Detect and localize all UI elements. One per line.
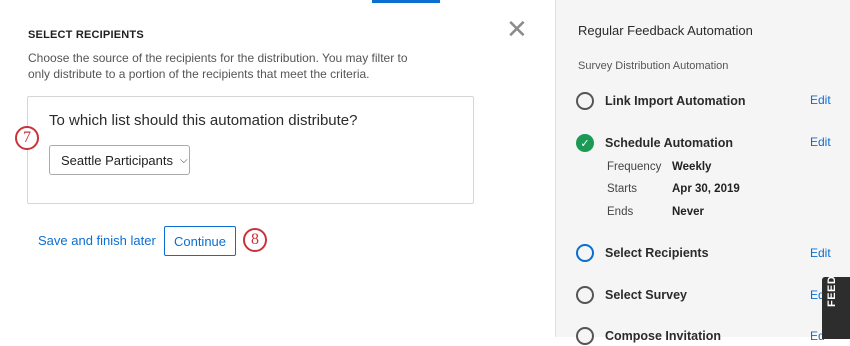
check-circle-icon: ✓	[576, 134, 594, 152]
chevron-down-icon: ⌵	[180, 154, 188, 166]
step-select-survey[interactable]: Select Survey	[576, 285, 687, 305]
step-active-circle-icon	[576, 244, 594, 262]
callout-7-badge: 7	[15, 126, 39, 150]
detail-value: Weekly	[672, 161, 712, 173]
step-schedule[interactable]: ✓ Schedule Automation	[576, 133, 733, 153]
recipient-list-card: To which list should this automation dis…	[27, 96, 474, 204]
feedback-tab-label: FEEDBACK	[826, 277, 838, 307]
close-icon[interactable]: ✕	[506, 17, 528, 43]
step-label: Select Survey	[605, 288, 687, 302]
section-description: Choose the source of the recipients for …	[28, 51, 408, 81]
edit-select-recipients-link[interactable]: Edit	[810, 246, 831, 260]
edit-schedule-link[interactable]: Edit	[810, 135, 831, 149]
recipient-list-select[interactable]: Seattle Participants ⌵	[49, 145, 190, 175]
automation-sidebar: Regular Feedback Automation Survey Distr…	[555, 0, 850, 345]
schedule-frequency-row: Frequency Weekly	[607, 161, 711, 173]
edit-link-import-link[interactable]: Edit	[810, 93, 831, 107]
list-question: To which list should this automation dis…	[49, 112, 358, 129]
step-label: Select Recipients	[605, 246, 709, 260]
save-and-finish-later-link[interactable]: Save and finish later	[38, 233, 156, 248]
detail-value: Never	[672, 206, 704, 218]
step-select-recipients[interactable]: Select Recipients	[576, 243, 709, 263]
callout-8-badge: 8	[243, 228, 267, 252]
detail-label: Starts	[607, 183, 638, 195]
detail-label: Frequency	[607, 161, 662, 173]
automation-title: Regular Feedback Automation	[578, 23, 753, 38]
continue-button[interactable]: Continue	[164, 226, 236, 256]
top-tab-indicator	[372, 0, 440, 3]
step-pending-circle-icon	[576, 327, 594, 345]
schedule-ends-row: Ends Never	[607, 206, 704, 218]
step-pending-circle-icon	[576, 92, 594, 110]
step-label: Schedule Automation	[605, 136, 734, 150]
feedback-tab[interactable]: FEEDBACK	[822, 277, 850, 339]
section-title: SELECT RECIPIENTS	[28, 29, 144, 41]
automation-subtitle: Survey Distribution Automation	[578, 60, 729, 72]
step-link-import[interactable]: Link Import Automation	[576, 91, 746, 111]
step-label: Link Import Automation	[605, 94, 746, 108]
step-compose-invitation[interactable]: Compose Invitation	[576, 326, 721, 346]
detail-value: Apr 30, 2019	[672, 183, 740, 195]
schedule-starts-row: Starts Apr 30, 2019	[607, 183, 740, 195]
recipient-list-value: Seattle Participants	[61, 152, 174, 168]
step-label: Compose Invitation	[605, 329, 721, 343]
step-pending-circle-icon	[576, 286, 594, 304]
detail-label: Ends	[607, 206, 634, 218]
